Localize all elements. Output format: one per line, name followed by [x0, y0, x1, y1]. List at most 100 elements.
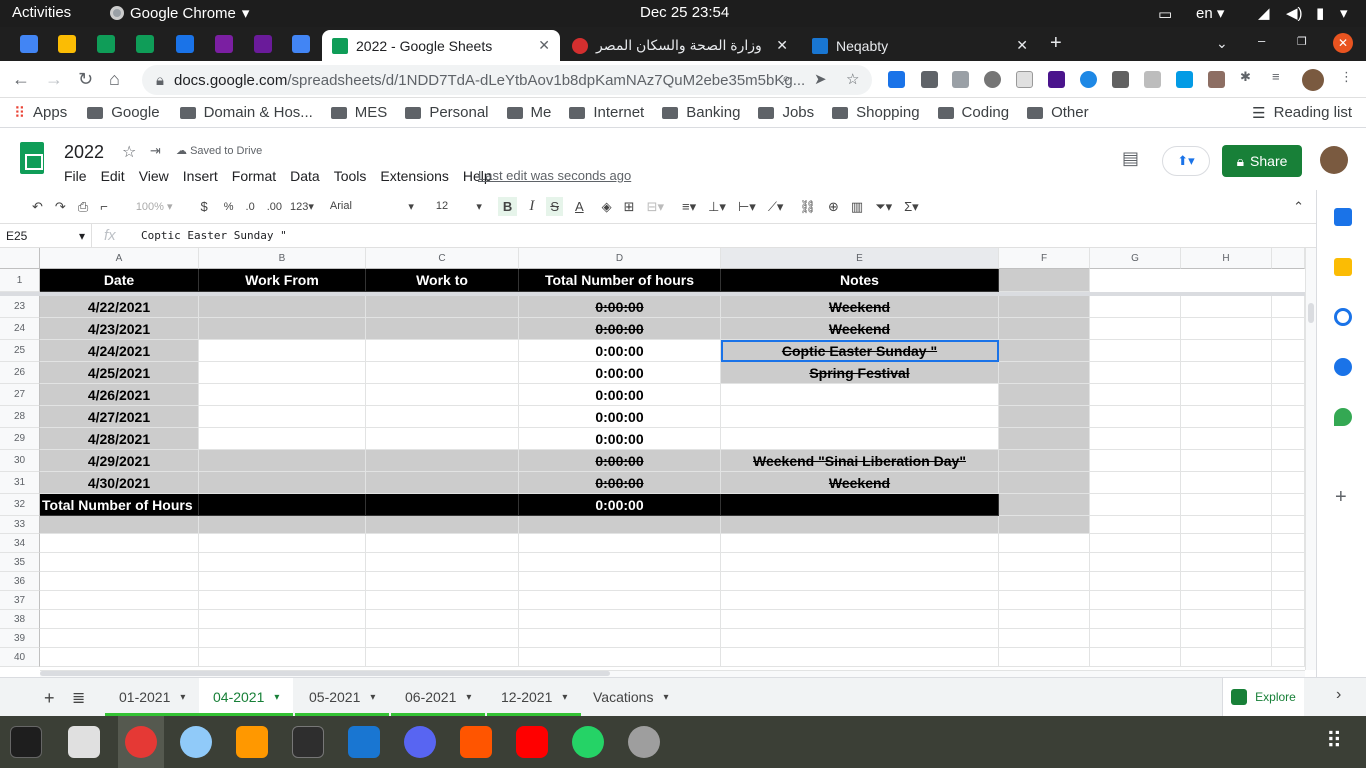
cell[interactable] [1090, 629, 1181, 648]
cell[interactable] [999, 450, 1090, 472]
name-box[interactable]: E25 ▾ [0, 224, 92, 248]
row-header[interactable]: 26 [0, 362, 40, 384]
cell[interactable] [721, 610, 999, 629]
get-addons-icon[interactable]: + [1335, 486, 1347, 509]
sheet-tab[interactable]: 05-2021 ▾ [295, 678, 390, 716]
pinned-tab-docs-icon[interactable] [292, 35, 310, 53]
bookmark-folder[interactable]: Personal [405, 104, 489, 121]
cell[interactable] [1181, 553, 1272, 572]
column-header[interactable]: D [519, 248, 721, 269]
cell[interactable] [366, 534, 519, 553]
functions-icon[interactable]: Σ▾ [904, 199, 919, 215]
cell[interactable] [1090, 610, 1181, 629]
cell[interactable] [999, 406, 1090, 428]
pinned-tab-drive-icon[interactable] [58, 35, 76, 53]
print-icon[interactable]: ⎙ [78, 199, 88, 215]
tab-ministry-health[interactable]: وزارة الصحة والسكان المصر ✕ [562, 30, 798, 61]
row-header[interactable]: 36 [0, 572, 40, 591]
extension-icon[interactable] [1144, 71, 1161, 88]
total-label-cell[interactable]: Total Number of Hours [40, 494, 199, 516]
date-cell[interactable]: 4/24/2021 [40, 340, 199, 362]
header-cell-notes[interactable]: Notes [721, 269, 999, 292]
puzzle-icon[interactable]: ✱ [1240, 69, 1251, 85]
row-header[interactable]: 24 [0, 318, 40, 340]
bookmark-folder[interactable]: Me [506, 104, 551, 121]
cell[interactable] [1272, 648, 1305, 667]
row-header[interactable]: 35 [0, 553, 40, 572]
cell[interactable] [199, 591, 366, 610]
cell[interactable] [1272, 610, 1305, 629]
hours-cell[interactable]: 0:00:00 [519, 362, 721, 384]
work-to-cell[interactable] [366, 340, 519, 362]
work-to-cell[interactable] [366, 450, 519, 472]
work-to-cell[interactable] [366, 362, 519, 384]
send-icon[interactable]: ➤ [814, 70, 827, 88]
cell[interactable] [721, 648, 999, 667]
tab-search-icon[interactable]: ⌄ [1216, 35, 1228, 52]
cell[interactable] [999, 553, 1090, 572]
work-to-cell[interactable] [366, 428, 519, 450]
cell[interactable] [519, 648, 721, 667]
cell[interactable] [999, 296, 1090, 318]
hours-cell[interactable]: 0:00:00 [519, 472, 721, 494]
reload-icon[interactable]: ↻ [78, 69, 93, 90]
cell[interactable] [1181, 494, 1272, 516]
cell[interactable] [1181, 472, 1272, 494]
italic-button[interactable]: I [529, 198, 534, 215]
date-cell[interactable]: 4/27/2021 [40, 406, 199, 428]
scroll-thumb[interactable] [1308, 303, 1314, 323]
work-from-cell[interactable] [199, 340, 366, 362]
cell[interactable] [1272, 534, 1305, 553]
hours-cell[interactable]: 0:00:00 [519, 384, 721, 406]
horizontal-align-icon[interactable]: ≡▾ [682, 199, 696, 215]
undo-icon[interactable]: ↶ [32, 199, 43, 215]
bookmark-folder[interactable]: Coding [937, 104, 1009, 121]
tab-google-sheets[interactable]: 2022 - Google Sheets ✕ [322, 30, 560, 61]
hours-cell[interactable]: 0:00:00 [519, 318, 721, 340]
maps-icon[interactable] [1334, 408, 1352, 426]
row-header[interactable]: 38 [0, 610, 40, 629]
date-cell[interactable]: 4/26/2021 [40, 384, 199, 406]
font-select[interactable]: Arial ▾ [330, 200, 414, 213]
cell[interactable] [366, 516, 519, 534]
sheet-tab[interactable]: 12-2021 ▾ [487, 678, 582, 716]
header-cell-work-to[interactable]: Work to [366, 269, 519, 292]
cell[interactable] [1090, 591, 1181, 610]
cell[interactable] [1181, 384, 1272, 406]
menu-view[interactable]: View [139, 168, 169, 184]
work-to-cell[interactable] [366, 318, 519, 340]
insert-chart-icon[interactable]: ▥ [851, 199, 863, 215]
extension-icon[interactable] [984, 71, 1001, 88]
text-color-button[interactable]: A [575, 199, 584, 214]
cell[interactable] [999, 591, 1090, 610]
vertical-align-icon[interactable]: ⊥▾ [708, 199, 726, 215]
work-from-cell[interactable] [199, 428, 366, 450]
work-to-cell[interactable] [366, 384, 519, 406]
increase-decimal-button[interactable]: .00 [267, 201, 282, 213]
cell[interactable] [1090, 450, 1181, 472]
cell[interactable] [199, 629, 366, 648]
work-from-cell[interactable] [199, 406, 366, 428]
close-window-icon[interactable]: ✕ [1333, 33, 1353, 53]
row-header[interactable]: 40 [0, 648, 40, 667]
terminal-icon[interactable] [292, 726, 324, 758]
hours-cell[interactable]: 0:00:00 [519, 340, 721, 362]
font-size-select[interactable]: 12 ▾ [436, 200, 482, 213]
zoom-icon[interactable]: ⌕ [782, 70, 790, 87]
cell[interactable] [1181, 629, 1272, 648]
gear-icon[interactable] [1112, 71, 1129, 88]
extension-icon[interactable] [921, 71, 938, 88]
sheet-tab-active[interactable]: 04-2021 ▾ [199, 678, 294, 716]
cell[interactable] [1272, 406, 1305, 428]
new-tab-icon[interactable]: + [1050, 32, 1062, 55]
row-header[interactable]: 37 [0, 591, 40, 610]
cell[interactable] [519, 534, 721, 553]
cell[interactable] [999, 610, 1090, 629]
scroll-thumb[interactable] [40, 671, 610, 676]
cell[interactable] [1272, 384, 1305, 406]
fill-color-icon[interactable]: ◈ [602, 199, 612, 215]
menu-tools[interactable]: Tools [334, 168, 367, 184]
cell[interactable] [519, 516, 721, 534]
cell[interactable] [519, 572, 721, 591]
cell[interactable] [199, 572, 366, 591]
